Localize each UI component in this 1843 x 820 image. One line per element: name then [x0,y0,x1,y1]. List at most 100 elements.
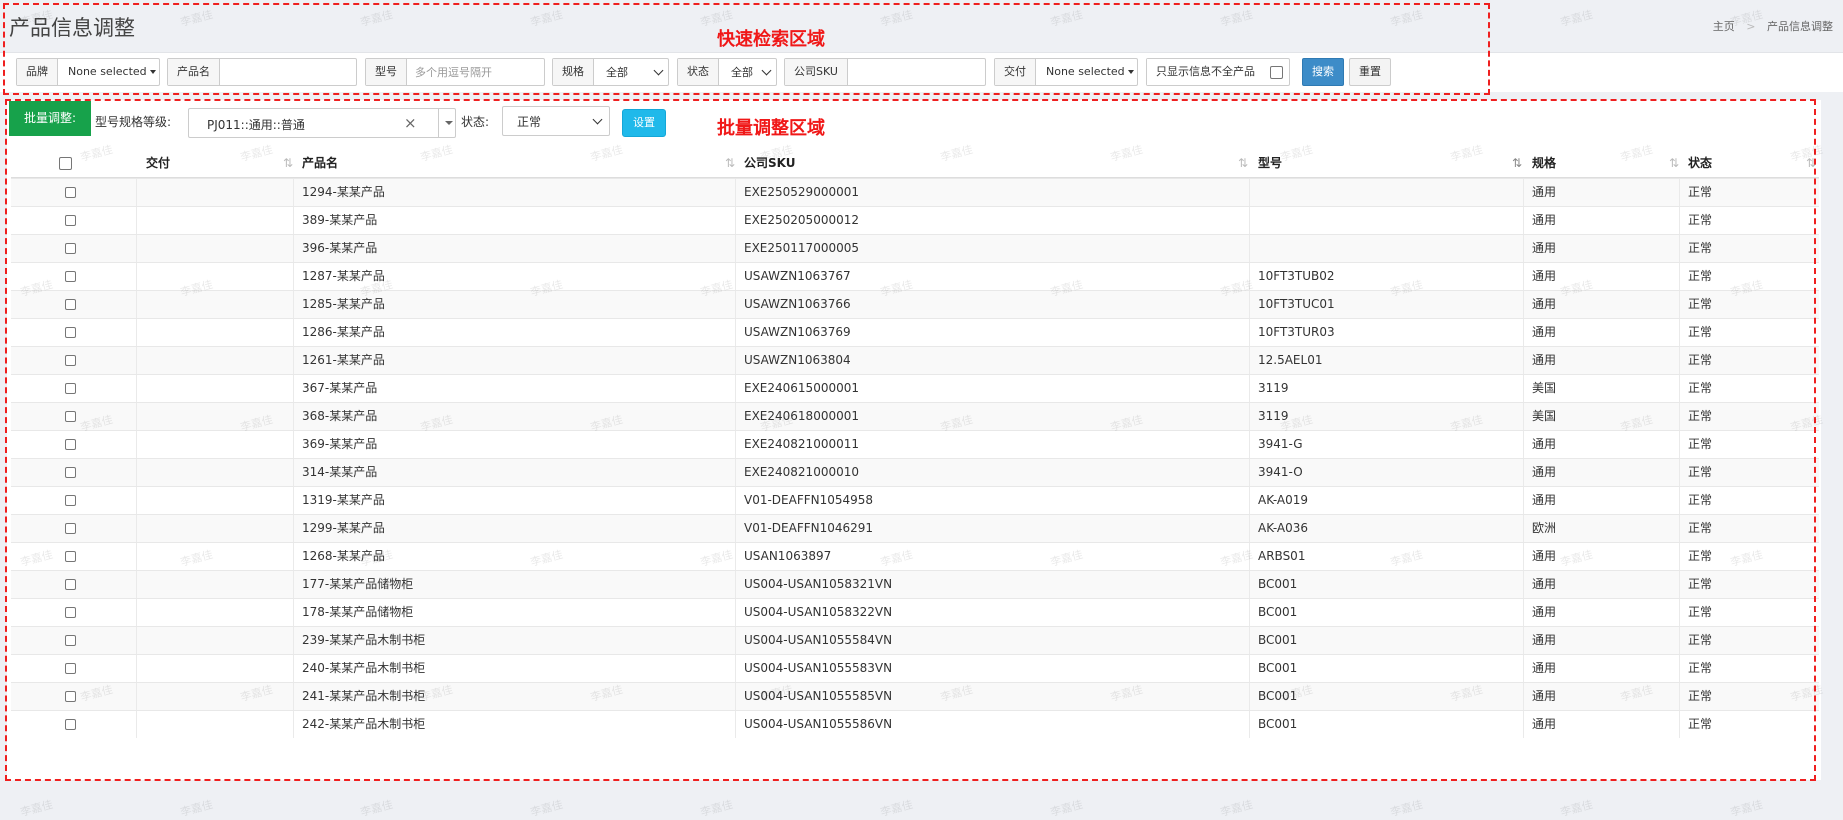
row-checkbox[interactable] [65,271,76,282]
column-divider [735,487,736,514]
column-header-spec[interactable]: 规格 [1527,150,1556,178]
row-checkbox[interactable] [65,691,76,702]
row-checkbox[interactable] [65,607,76,618]
column-divider [735,627,736,654]
row-checkbox[interactable] [65,663,76,674]
watermark-text: 李嘉佳 [1729,797,1765,820]
table-row: 1286-某某产品 USAWZN1063769 10FT3TUR03 通用 正常 [11,318,1819,346]
column-divider [735,207,736,234]
caret-down-icon [149,70,156,74]
watermark-text: 李嘉佳 [19,797,55,820]
breadcrumb-home[interactable]: 主页 [1713,20,1735,33]
sort-arrows-icon[interactable]: ⇅ [1806,150,1816,177]
column-divider [136,179,137,206]
row-checkbox[interactable] [65,383,76,394]
sort-active-icon[interactable]: ⇅ [1512,150,1522,177]
cell-product-name: 1299-某某产品 [302,521,385,535]
column-header-status[interactable]: 状态 [1683,150,1712,178]
reset-button[interactable]: 重置 [1349,58,1391,86]
search-button[interactable]: 搜索 [1302,58,1344,86]
cell-status: 正常 [1688,325,1713,339]
column-divider [293,431,294,458]
row-checkbox[interactable] [65,215,76,226]
status-select[interactable]: 全部 [719,59,776,85]
row-checkbox[interactable] [65,187,76,198]
cell-product-name: 1319-某某产品 [302,493,385,507]
caret-down-icon[interactable] [445,121,453,125]
column-divider [293,459,294,486]
row-checkbox[interactable] [65,579,76,590]
column-header-product-name[interactable]: 产品名 [297,150,338,178]
batch-status-label: 状态: [461,115,490,129]
row-checkbox[interactable] [65,719,76,730]
cell-company-sku: EXE240821000010 [744,465,860,479]
row-checkbox[interactable] [65,411,76,422]
company-sku-input[interactable] [847,59,983,85]
row-checkbox[interactable] [65,299,76,310]
cell-status: 正常 [1688,353,1713,367]
column-divider [1249,459,1250,486]
chevron-down-icon [653,65,664,75]
column-divider [1523,459,1524,486]
column-header-company-sku[interactable]: 公司SKU [739,150,795,178]
column-divider [1679,683,1680,710]
row-checkbox[interactable] [65,327,76,338]
column-divider [1523,655,1524,682]
column-divider [1523,487,1524,514]
model-grade-combobox[interactable]: PJ011::通用::普通 × [188,108,456,138]
spec-value: 全部 [606,66,628,79]
delivery-filter: 交付 None selected [994,58,1138,86]
column-divider [1249,179,1250,206]
column-header-model[interactable]: 型号 [1253,150,1282,178]
product-name-input[interactable] [220,59,355,85]
column-header-delivery[interactable]: 交付 [141,150,170,178]
cell-delivery [141,347,146,375]
model-filter: 型号 [365,58,545,86]
model-label: 型号 [366,59,407,85]
only-incomplete-checkbox[interactable] [1270,65,1283,79]
row-checkbox[interactable] [65,495,76,506]
watermark-text: 李嘉佳 [1049,797,1085,820]
column-divider [1679,375,1680,402]
column-divider [1523,263,1524,290]
clear-x-icon[interactable]: × [404,114,417,132]
brand-multiselect[interactable]: None selected [58,59,166,85]
cell-spec: 通用 [1532,633,1557,647]
model-input[interactable] [407,59,542,85]
row-checkbox[interactable] [65,551,76,562]
cell-status: 正常 [1688,605,1713,619]
sort-arrows-icon[interactable]: ⇅ [1669,150,1679,177]
column-divider [1679,487,1680,514]
row-checkbox[interactable] [65,467,76,478]
column-divider [1249,683,1250,710]
column-divider [1679,319,1680,346]
row-checkbox[interactable] [65,523,76,534]
column-divider [1249,431,1250,458]
spec-select[interactable]: 全部 [594,59,668,85]
delivery-multiselect[interactable]: None selected [1036,59,1144,85]
cell-delivery [141,683,146,711]
column-divider [1679,403,1680,430]
column-divider [1249,263,1250,290]
row-checkbox[interactable] [65,243,76,254]
sort-arrows-icon[interactable]: ⇅ [725,150,735,177]
table-row: 314-某某产品 EXE240821000010 3941-O 通用 正常 [11,458,1819,486]
row-checkbox[interactable] [65,439,76,450]
sort-arrows-icon[interactable]: ⇅ [1238,150,1248,177]
breadcrumb-current: 产品信息调整 [1767,20,1833,33]
table-row: 1261-某某产品 USAWZN1063804 12.5AEL01 通用 正常 [11,346,1819,374]
cell-delivery [141,431,146,459]
row-checkbox[interactable] [65,635,76,646]
set-button[interactable]: 设置 [622,109,666,137]
row-checkbox[interactable] [65,355,76,366]
breadcrumb: 主页 > 产品信息调整 [1713,18,1833,34]
select-all-checkbox[interactable] [59,157,72,170]
batch-status-select[interactable]: 正常 [502,106,610,136]
cell-delivery [141,711,146,739]
cell-product-name: 1287-某某产品 [302,269,385,283]
column-divider [735,319,736,346]
column-divider [1679,431,1680,458]
sort-arrows-icon[interactable]: ⇅ [283,150,293,177]
cell-company-sku: EXE250117000005 [744,241,860,255]
cell-spec: 通用 [1532,325,1557,339]
